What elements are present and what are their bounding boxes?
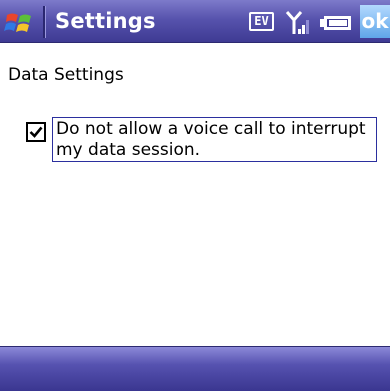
section-title: Data Settings: [8, 65, 124, 85]
windows-flag-icon[interactable]: [4, 5, 36, 37]
checkmark-icon: [29, 126, 43, 138]
signal-icon[interactable]: [285, 9, 311, 37]
ev-icon[interactable]: EV: [249, 12, 274, 31]
title-bar: Settings EV ok: [0, 0, 390, 43]
voice-call-interrupt-checkbox[interactable]: [26, 122, 46, 142]
menu-bar: [0, 346, 390, 391]
battery-icon[interactable]: [320, 15, 352, 31]
voice-call-interrupt-label[interactable]: Do not allow a voice call to interrupt m…: [52, 117, 377, 162]
window-title: Settings: [55, 9, 156, 33]
ok-button[interactable]: ok: [360, 5, 390, 38]
title-separator: [43, 6, 46, 38]
